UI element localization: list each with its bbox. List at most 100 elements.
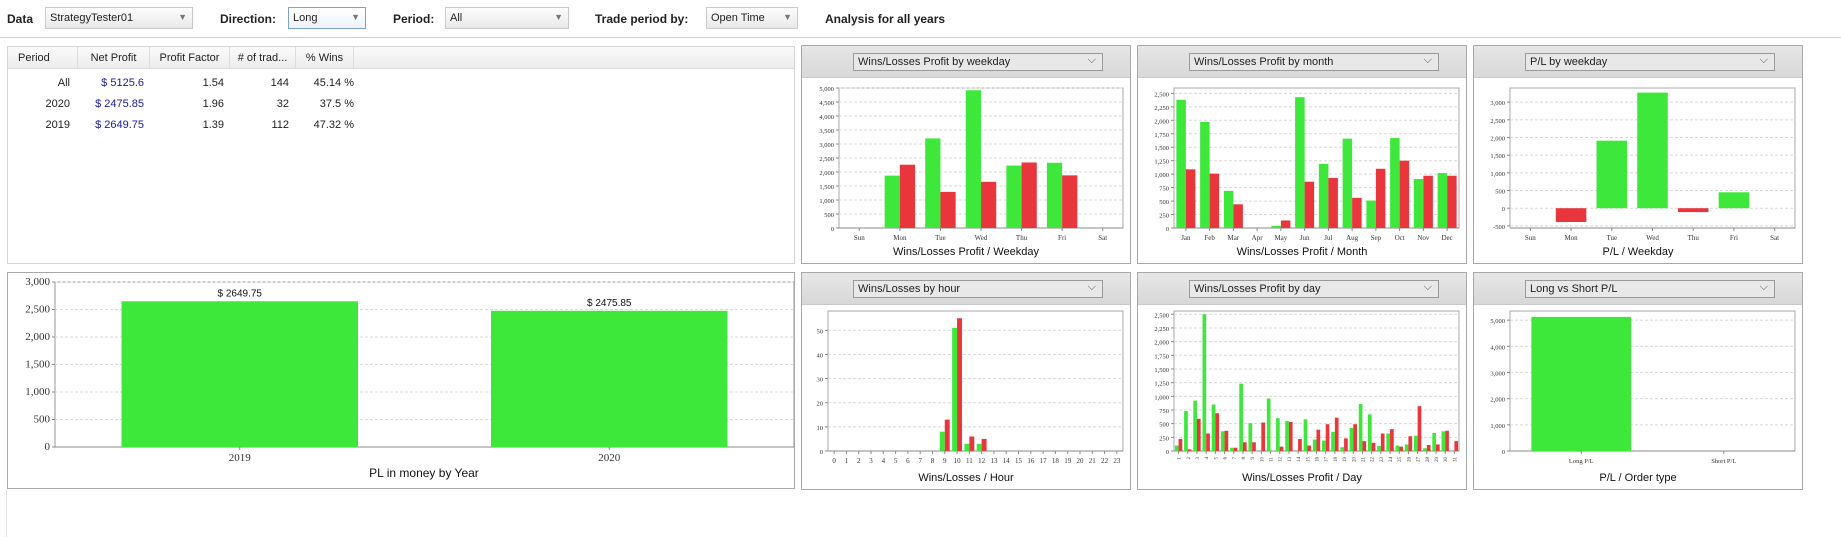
loss-bar bbox=[1252, 442, 1256, 451]
stats-table-header: Period Net Profit Profit Factor # of tra… bbox=[8, 47, 794, 69]
month-chart-selector[interactable]: Wins/Losses Profit by month ⌵ bbox=[1189, 53, 1439, 71]
x-tick-label: 21 bbox=[1361, 457, 1366, 463]
hour-chart-selector[interactable]: Wins/Losses by hour ⌵ bbox=[853, 280, 1103, 298]
loss-bar bbox=[957, 318, 962, 451]
x-tick-label: Wed bbox=[975, 234, 988, 242]
trade-period-select[interactable]: Open Time ▼ bbox=[706, 7, 798, 29]
loss-bar bbox=[1187, 449, 1192, 451]
selector-value: Wins/Losses Profit by month bbox=[1194, 56, 1334, 68]
x-tick-label: 1 bbox=[1178, 457, 1183, 460]
win-bar bbox=[1331, 431, 1335, 451]
loss-bar bbox=[1454, 441, 1459, 451]
x-tick-label: 11 bbox=[1270, 457, 1275, 462]
x-tick-label: 3 bbox=[1196, 457, 1201, 460]
data-select-value: StrategyTester01 bbox=[50, 12, 134, 24]
x-tick-label: 3 bbox=[869, 457, 873, 465]
trade-period-select-value: Open Time bbox=[711, 12, 765, 24]
x-tick-label: Aug bbox=[1346, 234, 1359, 242]
divider bbox=[6, 490, 7, 537]
column-header-pct-wins[interactable]: % Wins bbox=[296, 47, 354, 69]
x-tick-label: 9 bbox=[1251, 457, 1256, 460]
table-row[interactable]: 2019 $ 2649.75 1.39 112 47.32 % bbox=[8, 119, 794, 139]
x-tick-label: Oct bbox=[1395, 234, 1405, 242]
y-tick-label: 3,500 bbox=[819, 128, 834, 135]
y-tick-label: 2,000 bbox=[1154, 118, 1169, 125]
y-tick-label: 3,000 bbox=[25, 276, 50, 288]
pl-weekday-chart-selector[interactable]: P/L by weekday ⌵ bbox=[1525, 53, 1775, 71]
y-tick-label: 0 bbox=[831, 226, 834, 233]
loss-bar bbox=[1233, 447, 1238, 451]
direction-label: Direction: bbox=[220, 12, 277, 26]
y-tick-label: 4,500 bbox=[819, 100, 834, 107]
x-tick-label: 2020 bbox=[598, 452, 621, 464]
loss-bar bbox=[1352, 197, 1362, 228]
year-chart-panel: 0 500 1,000 1,500 2,000 2,500 3,000 2019 2020 $ 2… bbox=[7, 272, 795, 489]
y-tick-label: 250 bbox=[1159, 435, 1169, 442]
win-bar bbox=[1441, 431, 1446, 451]
day-chart-panel: Wins/Losses Profit by day ⌵ 0 250 500 750 1,0… bbox=[1137, 272, 1467, 490]
period-select[interactable]: All ▼ bbox=[445, 7, 569, 29]
y-tick-label: 3,000 bbox=[1490, 100, 1505, 107]
profit-bar bbox=[121, 301, 358, 447]
day-chart-selector[interactable]: Wins/Losses Profit by day ⌵ bbox=[1189, 280, 1439, 298]
x-tick-label: 5 bbox=[1214, 457, 1219, 460]
x-tick-label: 20 bbox=[1076, 457, 1084, 465]
win-bar bbox=[964, 443, 970, 451]
table-row[interactable]: All $ 5125.6 1.54 144 45.14 % bbox=[8, 77, 794, 97]
loss-bar bbox=[1555, 208, 1587, 222]
win-bar bbox=[1266, 398, 1271, 451]
x-tick-label: 12 bbox=[1279, 457, 1284, 463]
y-tick-label: 30 bbox=[817, 377, 824, 384]
long-short-chart-selector[interactable]: Long vs Short P/L ⌵ bbox=[1525, 280, 1775, 298]
x-tick-label: 8 bbox=[1242, 457, 1247, 460]
x-tick-label: 4 bbox=[1205, 457, 1210, 460]
x-tick-label: 15 bbox=[1306, 457, 1311, 463]
x-tick-label: 10 bbox=[1260, 457, 1265, 463]
x-tick-label: Fri bbox=[1058, 234, 1066, 242]
x-tick-label: Mon bbox=[1564, 234, 1578, 242]
loss-bar bbox=[1178, 438, 1183, 451]
chevron-down-icon: ⌵ bbox=[1087, 54, 1096, 66]
y-tick-label: 0 bbox=[1502, 449, 1505, 456]
y-tick-label: 1,500 bbox=[1154, 145, 1169, 152]
dropdown-arrow-icon: ▼ bbox=[554, 12, 563, 22]
x-tick-label: 16 bbox=[1316, 457, 1321, 463]
loss-bar bbox=[1447, 175, 1457, 228]
chevron-down-icon: ⌵ bbox=[1759, 281, 1768, 293]
column-header-net-profit[interactable]: Net Profit bbox=[78, 47, 150, 69]
hour-chart-panel: Wins/Losses by hour ⌵ 0 10 20 30 40 50 0 1 2 3 4 5 6 7… bbox=[801, 272, 1131, 490]
column-header-profit-factor[interactable]: Profit Factor bbox=[150, 47, 230, 69]
win-bar bbox=[1176, 99, 1186, 228]
y-tick-label: 3,000 bbox=[1490, 370, 1505, 377]
x-tick-label: 14 bbox=[1297, 457, 1302, 463]
data-select[interactable]: StrategyTester01 ▼ bbox=[45, 7, 193, 29]
loss-bar bbox=[981, 181, 997, 228]
loss-bar bbox=[1353, 424, 1357, 451]
chart-header: P/L by weekday ⌵ bbox=[1474, 46, 1802, 78]
x-tick-label: 16 bbox=[1027, 457, 1035, 465]
x-tick-label: 27 bbox=[1417, 457, 1422, 463]
win-bar bbox=[1318, 163, 1329, 228]
table-row[interactable]: 2020 $ 2475.85 1.96 32 37.5 % bbox=[8, 98, 794, 118]
loss-bar bbox=[1304, 181, 1315, 228]
x-tick-label: 2 bbox=[1187, 457, 1192, 460]
win-bar bbox=[965, 90, 981, 229]
loss-bar bbox=[1196, 418, 1201, 451]
column-header-num-trades[interactable]: # of trad... bbox=[230, 47, 296, 69]
column-header-period[interactable]: Period bbox=[8, 47, 78, 69]
y-tick-label: 0 bbox=[1166, 226, 1169, 233]
y-tick-label: 1,000 bbox=[1490, 171, 1505, 178]
profit-bar bbox=[491, 310, 728, 447]
dropdown-arrow-icon: ▼ bbox=[783, 12, 792, 22]
y-tick-label: 1,000 bbox=[1490, 423, 1505, 430]
loss-bar bbox=[1224, 430, 1229, 451]
direction-select[interactable]: Long ▼ bbox=[288, 7, 366, 29]
selector-value: P/L by weekday bbox=[1530, 56, 1608, 68]
x-tick-label: Tue bbox=[935, 234, 946, 242]
loss-bar bbox=[1371, 442, 1376, 451]
weekday-chart-selector[interactable]: Wins/Losses Profit by weekday ⌵ bbox=[853, 53, 1103, 71]
y-tick-label: 2,250 bbox=[1154, 105, 1169, 112]
loss-bar bbox=[1344, 438, 1348, 451]
win-bar bbox=[1386, 433, 1391, 451]
chart-header: Wins/Losses Profit by day ⌵ bbox=[1138, 273, 1466, 305]
